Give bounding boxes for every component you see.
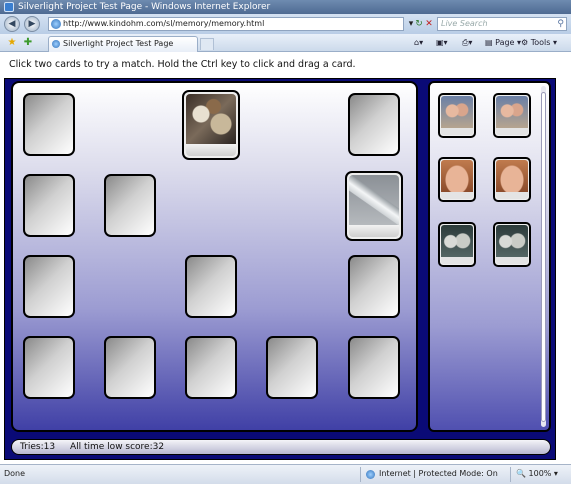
page-content: Click two cards to try a match. Hold the… xyxy=(0,52,571,464)
matched-card-bald[interactable] xyxy=(438,157,476,202)
card-hidden[interactable] xyxy=(23,255,75,318)
back-button[interactable]: ◀ xyxy=(4,16,20,32)
pipe-photo xyxy=(349,175,399,225)
tries-count: Tries:13 xyxy=(20,442,56,452)
home-icon[interactable]: ⌂▾ xyxy=(414,37,423,49)
matched-card-couple[interactable] xyxy=(438,93,476,138)
card-hidden[interactable] xyxy=(23,93,75,156)
matched-card-couple[interactable] xyxy=(493,93,531,138)
forward-button[interactable]: ▶ xyxy=(24,16,40,32)
card-hidden[interactable] xyxy=(348,255,400,318)
drums-photo xyxy=(186,94,236,144)
card-revealed-drums[interactable] xyxy=(182,90,240,160)
tab-bar: ★ ✚ Silverlight Project Test Page ⌂▾ ▣▾ … xyxy=(0,34,571,52)
card-hidden[interactable] xyxy=(104,336,156,399)
favorites-star-icon[interactable]: ★ xyxy=(6,37,18,49)
tools-menu[interactable]: ⚙ Tools ▾ xyxy=(521,37,557,49)
status-bar: Done Internet | Protected Mode: On 🔍 100… xyxy=(0,464,571,484)
card-hidden[interactable] xyxy=(185,255,237,318)
search-icon[interactable]: ⚲ xyxy=(557,18,564,30)
search-field[interactable]: Live Search ⚲ xyxy=(437,17,567,31)
stop-icon[interactable]: ✕ xyxy=(423,17,435,31)
low-score: All time low score:32 xyxy=(69,442,165,452)
tab-silverlight-test[interactable]: Silverlight Project Test Page xyxy=(48,36,198,52)
search-placeholder: Live Search xyxy=(441,19,488,28)
new-tab-button[interactable] xyxy=(200,38,214,50)
feeds-icon[interactable]: ▣▾ xyxy=(436,37,448,49)
card-hidden[interactable] xyxy=(23,174,75,237)
tray-scroll-thumb[interactable] xyxy=(541,92,546,422)
matched-cards-tray xyxy=(428,81,551,432)
silverlight-app: Tries:13 All time low score:32 xyxy=(4,78,556,460)
address-field[interactable]: http://www.kindohm.com/sl/memory/memory.… xyxy=(48,17,404,31)
score-bar: Tries:13 All time low score:32 xyxy=(11,439,551,455)
matched-card-bald[interactable] xyxy=(493,157,531,202)
instruction-text: Click two cards to try a match. Hold the… xyxy=(9,59,356,70)
address-row: ◀ ▶ http://www.kindohm.com/sl/memory/mem… xyxy=(0,14,571,34)
card-hidden[interactable] xyxy=(23,336,75,399)
tab-page-icon xyxy=(52,40,60,48)
internet-zone-icon xyxy=(366,470,375,479)
card-hidden[interactable] xyxy=(185,336,237,399)
card-revealed-pipe[interactable] xyxy=(345,171,403,241)
add-favorite-icon[interactable]: ✚ xyxy=(22,37,34,49)
window-title: Silverlight Project Test Page - Windows … xyxy=(18,2,271,12)
security-zone[interactable]: Internet | Protected Mode: On xyxy=(366,465,498,483)
matched-card-skull[interactable] xyxy=(438,222,476,267)
card-hidden[interactable] xyxy=(104,174,156,237)
card-hidden[interactable] xyxy=(348,336,400,399)
card-hidden[interactable] xyxy=(348,93,400,156)
matched-card-skull[interactable] xyxy=(493,222,531,267)
page-menu[interactable]: ▤ Page ▾ xyxy=(485,37,521,49)
card-board xyxy=(11,81,418,432)
print-icon[interactable]: ⎙▾ xyxy=(462,37,472,49)
tab-title: Silverlight Project Test Page xyxy=(63,39,174,48)
address-url: http://www.kindohm.com/sl/memory/memory.… xyxy=(63,19,265,28)
ie-icon xyxy=(4,2,14,12)
zoom-level[interactable]: 🔍 100% ▾ xyxy=(516,465,558,483)
card-hidden[interactable] xyxy=(266,336,318,399)
status-text: Done xyxy=(4,469,26,478)
page-globe-icon xyxy=(51,19,61,29)
tray-scrollbar[interactable] xyxy=(541,86,546,427)
window-title-bar: Silverlight Project Test Page - Windows … xyxy=(0,0,571,14)
